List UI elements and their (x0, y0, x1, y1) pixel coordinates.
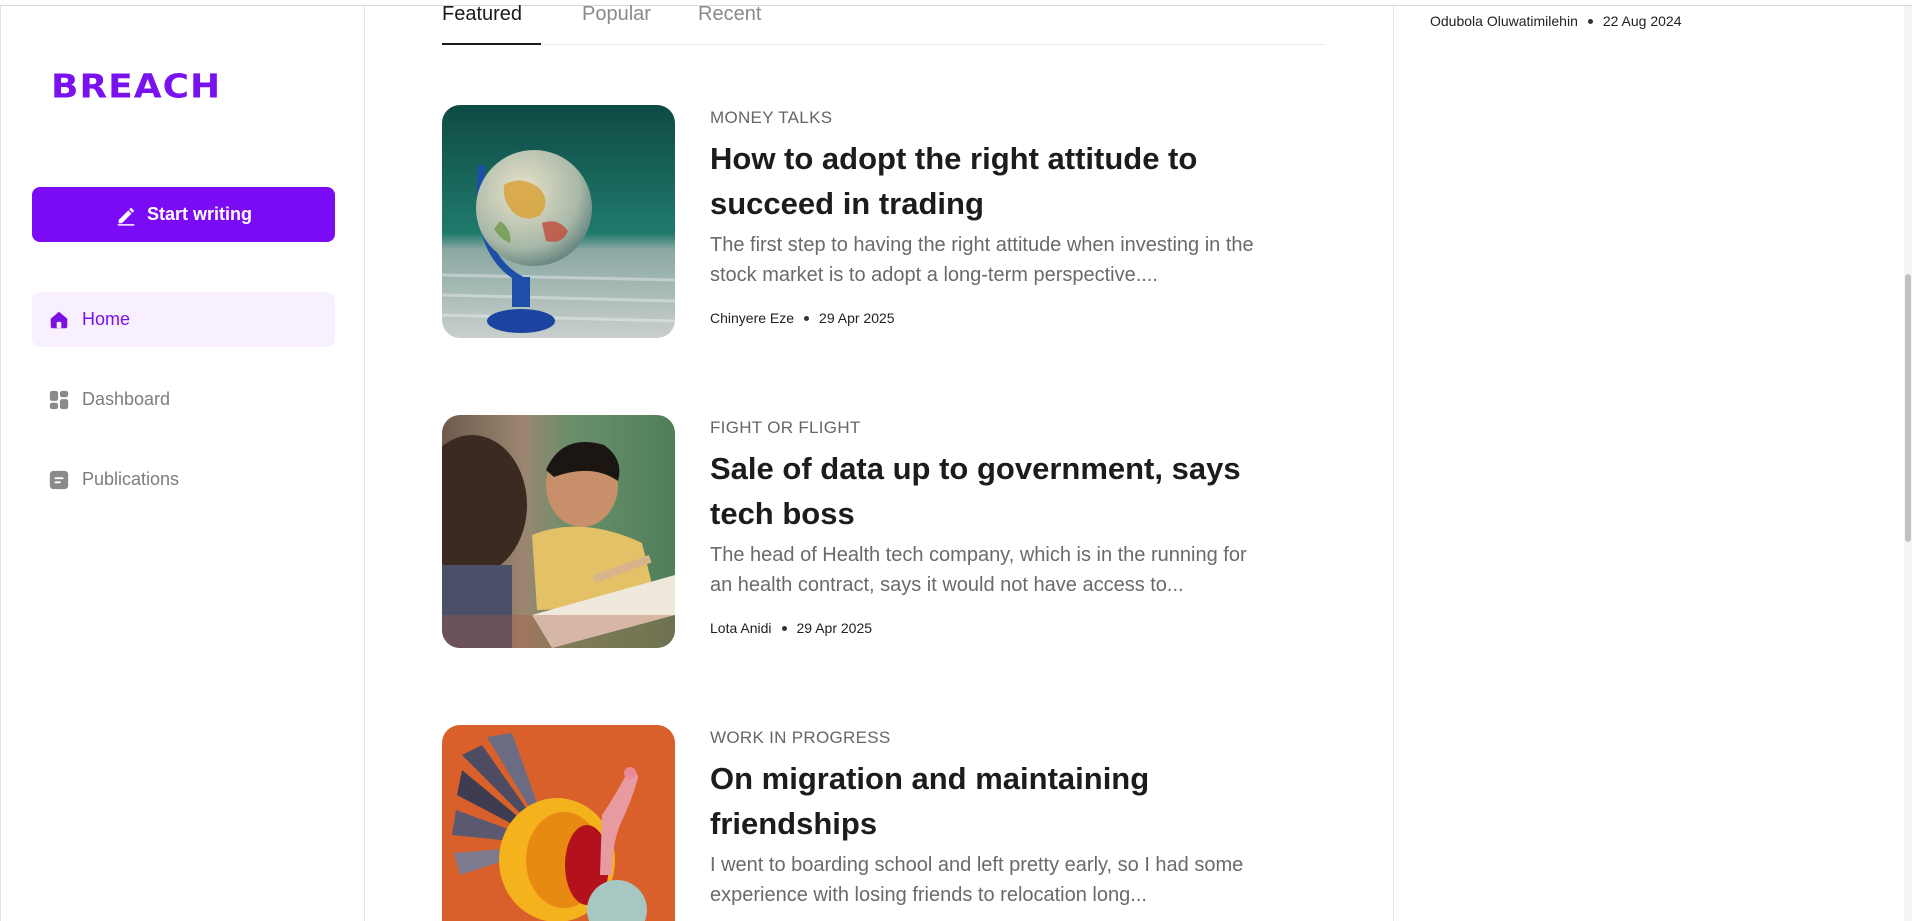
article-category[interactable]: FIGHT OR FLIGHT (710, 418, 1270, 438)
pen-icon (117, 207, 135, 226)
sidebar-item-label: Publications (82, 469, 180, 489)
article-author[interactable]: Chinyere Eze (710, 310, 794, 326)
feed-tabs: Featured Popular Recent (442, 3, 1326, 45)
article-title[interactable]: Sale of data up to government, says tech… (710, 446, 1270, 536)
home-icon (50, 311, 68, 328)
sidebar-item-home[interactable]: Home (32, 292, 335, 347)
sidebar-item-publications[interactable]: Publications (32, 452, 335, 507)
globe-photo (442, 105, 675, 338)
article-card[interactable]: WORK IN PROGRESS On migration and mainta… (442, 725, 1322, 921)
article-meta: Chinyere Eze 29 Apr 2025 (710, 310, 1270, 326)
tab-featured[interactable]: Featured (442, 0, 541, 45)
start-writing-label: Start writing (146, 204, 252, 224)
brand-logo[interactable]: BREACH (51, 68, 221, 106)
start-writing-button[interactable]: Start writing (32, 187, 335, 242)
page-scrollbar[interactable] (1904, 6, 1912, 921)
article-thumbnail[interactable] (442, 105, 675, 338)
student-photo (442, 415, 675, 648)
article-date: 22 Aug 2024 (1602, 13, 1682, 29)
sidebar-item-label: Dashboard (82, 389, 171, 409)
article-card[interactable]: MONEY TALKS How to adopt the right attit… (442, 105, 1322, 341)
article-category[interactable]: MONEY TALKS (710, 108, 1270, 128)
article-thumbnail[interactable] (442, 725, 675, 921)
article-excerpt: I went to boarding school and left prett… (710, 854, 1244, 906)
article-title[interactable]: On migration and maintaining friendships (710, 756, 1270, 846)
article-category[interactable]: WORK IN PROGRESS (710, 728, 1270, 748)
article-title[interactable]: How to adopt the right attitude to succe… (710, 136, 1270, 226)
article-card[interactable]: FIGHT OR FLIGHT Sale of data up to gover… (442, 415, 1322, 651)
article-meta: Lota Anidi 29 Apr 2025 (710, 620, 1270, 636)
article-author[interactable]: Odubola Oluwatimilehin (1430, 13, 1578, 29)
sidebar: BREACH Start writing Home Dashboard Publ… (0, 6, 365, 921)
paper-turkey-photo (442, 725, 675, 921)
tab-recent[interactable]: Recent (698, 0, 761, 45)
separator-dot-icon (804, 315, 810, 321)
article-excerpt: The first step to having the right attit… (710, 234, 1254, 286)
scrollbar-thumb[interactable] (1905, 274, 1911, 542)
article-thumbnail[interactable] (442, 415, 675, 648)
sidebar-item-label: Home (82, 309, 131, 329)
tab-popular[interactable]: Popular (582, 0, 651, 45)
article-body: FIGHT OR FLIGHT Sale of data up to gover… (710, 415, 1270, 636)
article-body: MONEY TALKS How to adopt the right attit… (710, 105, 1270, 326)
separator-dot-icon (1587, 18, 1593, 24)
article-author[interactable]: Lota Anidi (710, 620, 772, 636)
article-date: 29 Apr 2025 (796, 620, 873, 636)
sidebar-item-dashboard[interactable]: Dashboard (32, 372, 335, 427)
article-meta: Odubola Oluwatimilehin 22 Aug 2024 (1430, 13, 1682, 29)
article-excerpt: The head of Health tech company, which i… (710, 544, 1247, 596)
separator-dot-icon (781, 625, 787, 631)
dashboard-icon (49, 390, 69, 409)
article-feed: Featured Popular Recent MONEY TALKS How … (366, 3, 1394, 921)
article-body: WORK IN PROGRESS On migration and mainta… (710, 725, 1270, 910)
publications-icon (49, 470, 69, 489)
article-date: 29 Apr 2025 (819, 310, 895, 326)
right-panel: Odubola Oluwatimilehin 22 Aug 2024 (1395, 6, 1905, 921)
